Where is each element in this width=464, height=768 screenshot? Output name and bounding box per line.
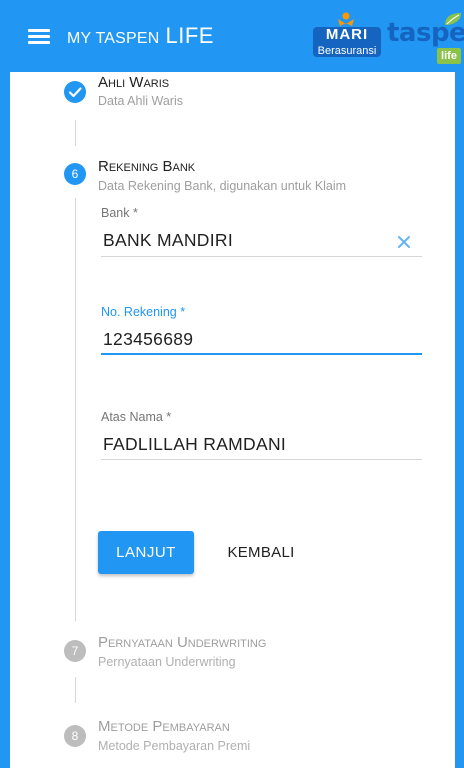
step-completed-check-icon [64,81,86,103]
next-button[interactable]: LANJUT [98,531,194,574]
close-icon[interactable] [396,234,412,250]
step-subtitle-pernyataan-underwriting: Pernyataan Underwriting [98,655,236,669]
bank-field-underline [101,256,422,257]
app-bar: MY TASPEN LIFE MARI Berasuransi taspen l… [0,0,464,72]
step-title-ahli-waris[interactable]: Ahli Waris [98,74,169,91]
step-connector [75,677,76,703]
life-badge: life [437,48,461,64]
bank-select[interactable]: BANK MANDIRI [103,230,233,251]
frame-border-right [455,72,464,768]
account-number-label: No. Rekening * [101,305,186,319]
mari-berasuransi-logo: MARI Berasuransi [313,12,381,59]
step-number-badge: 7 [64,640,86,662]
mari-logo-subtext: Berasuransi [317,45,377,57]
back-button[interactable]: KEMBALI [213,531,309,574]
step-connector [75,120,76,146]
taspen-life-logo: taspen life [385,12,464,68]
step-title-pernyataan-underwriting[interactable]: Pernyataan Underwriting [98,634,266,651]
frame-border-left [0,72,10,768]
step-subtitle-ahli-waris: Data Ahli Waris [98,94,183,108]
app-title-suffix: LIFE [165,23,214,48]
account-number-input[interactable]: 123456689 [103,329,193,350]
bank-field-label: Bank * [101,206,138,220]
mari-logo-text: MARI [325,26,369,43]
taspen-logo-text: taspen [387,18,464,48]
hamburger-menu-icon[interactable] [28,27,50,45]
step-title-metode-pembayaran[interactable]: Metode Pembayaran [98,718,230,735]
step-subtitle-metode-pembayaran: Metode Pembayaran Premi [98,739,251,753]
account-name-input[interactable]: FADLILLAH RAMDANI [103,434,286,455]
step-subtitle-rekening-bank: Data Rekening Bank, digunakan untuk Klai… [98,179,347,193]
app-title-prefix: MY TASPEN [67,30,160,47]
account-number-underline [101,353,422,355]
step-connector [75,198,76,621]
account-name-label: Atas Nama * [101,410,172,424]
app-title: MY TASPEN LIFE [67,23,214,49]
step-number-badge: 8 [64,725,86,747]
step-title-rekening-bank[interactable]: Rekening Bank [98,158,195,175]
account-name-underline [101,459,422,460]
step-number-badge: 6 [64,163,86,185]
